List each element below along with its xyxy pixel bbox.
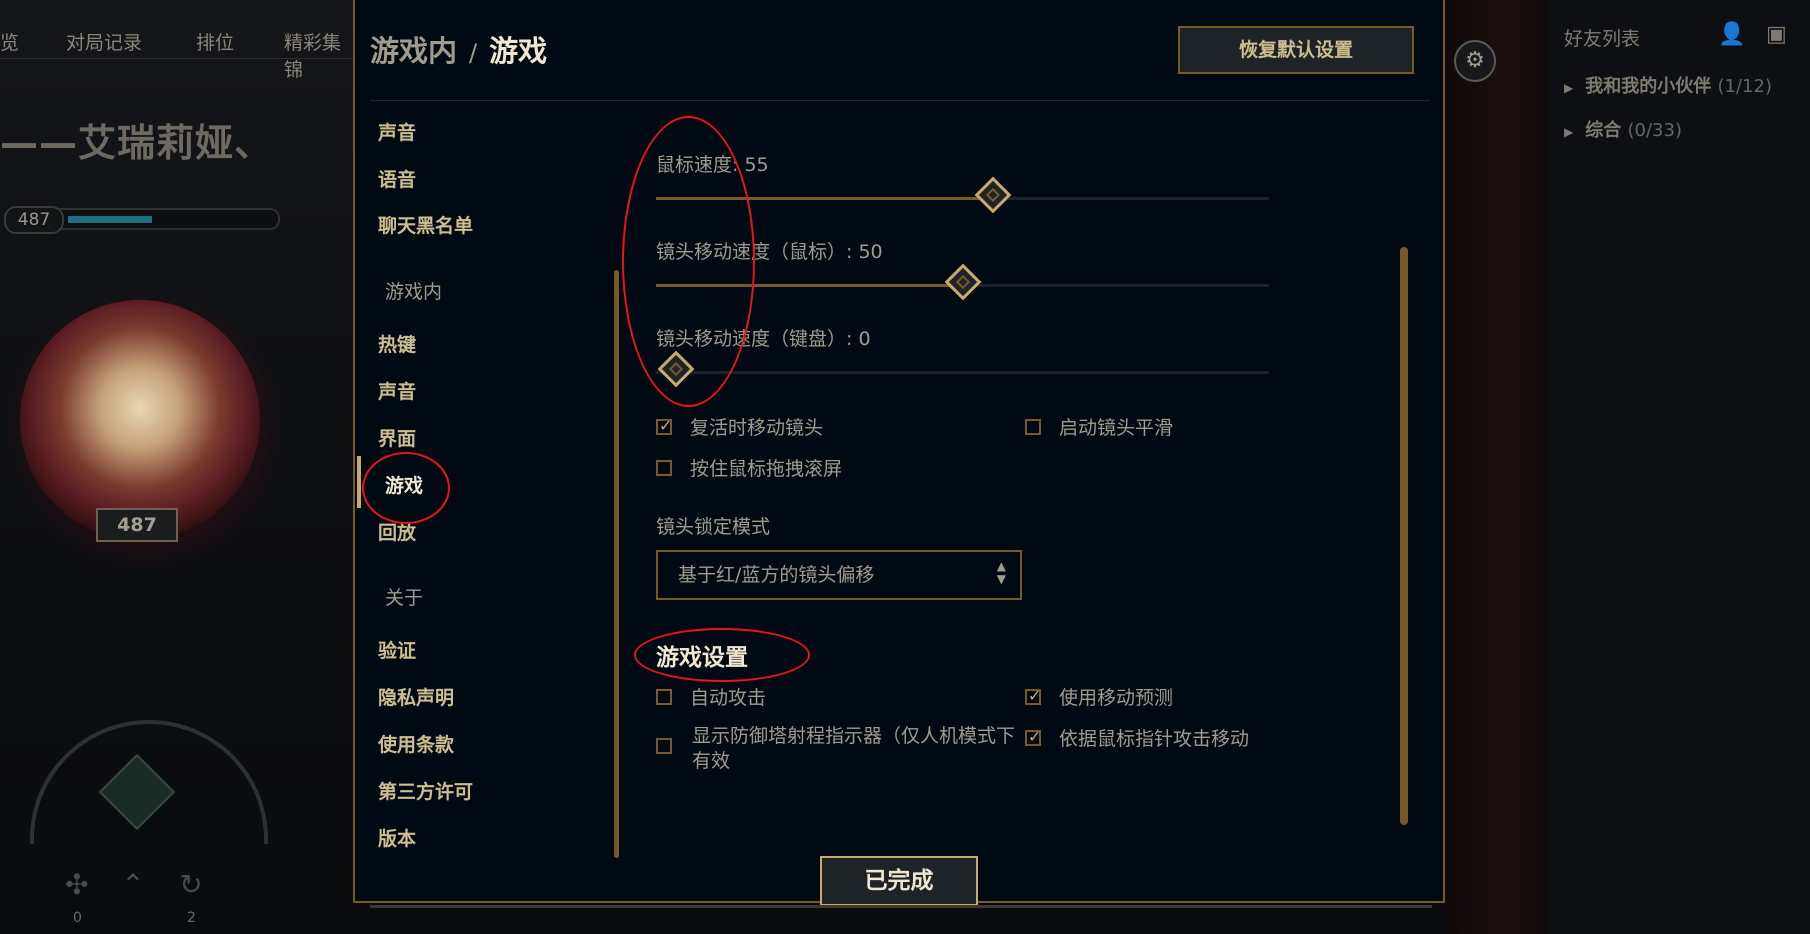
checkbox-box[interactable]: ✓	[1025, 726, 1042, 746]
nav-version[interactable]: 版本	[378, 824, 416, 851]
mouse-speed-handle[interactable]	[974, 176, 1012, 214]
camera-mouse-speed-label: 镜头移动速度（鼠标）: 50	[656, 241, 883, 263]
checkbox-box[interactable]	[1025, 418, 1041, 435]
checkbox-box[interactable]	[656, 459, 672, 476]
nav-interface[interactable]: 界面	[378, 424, 416, 451]
restore-defaults-button[interactable]: 恢复默认设置	[1178, 26, 1414, 74]
friend-group-general[interactable]: ▶ 综合 (0/33)	[1564, 116, 1682, 142]
chevron-right-icon: ▶	[1564, 81, 1574, 95]
refresh-count: 2	[187, 910, 196, 926]
page-title: 游戏	[489, 34, 548, 68]
top-navigation: 览 对局记录 排位 精彩集锦	[0, 0, 355, 81]
breadcrumb-parent: 游戏内	[370, 34, 458, 68]
nav-scrollbar[interactable]	[614, 270, 619, 858]
game-settings-heading: 游戏设置	[656, 645, 748, 671]
settings-modal: 游戏内 / 游戏 恢复默认设置 声音 语音 聊天黑名单 游戏内 热键 声音 界面 游…	[353, 0, 1445, 903]
camera-mouse-speed-slider[interactable]	[656, 263, 1269, 301]
nav-replay[interactable]: 回放	[378, 518, 416, 545]
add-folder-icon[interactable]: ▣	[1766, 22, 1787, 47]
checkbox-box[interactable]	[656, 688, 672, 705]
camera-keyboard-speed-label: 镜头移动速度（键盘）: 0	[656, 328, 871, 350]
checkbox-move-camera-on-revive[interactable]: ✓ 复活时移动镜头	[656, 413, 823, 440]
checkbox-attack-move-on-cursor[interactable]: ✓ 依据鼠标指针攻击移动	[1025, 724, 1249, 751]
friend-group-buddies[interactable]: ▶ 我和我的小伙伴 (1/12)	[1564, 72, 1772, 98]
camera-lock-mode-select[interactable]: 基于红/蓝方的镜头偏移 ▲ ▼	[656, 550, 1022, 600]
checkmark-icon: ✓	[1028, 685, 1042, 705]
nav-active-indicator	[357, 456, 361, 508]
summoner-name: ——艾瑞莉娅、	[0, 121, 274, 165]
mastery-icon[interactable]: ✣	[62, 870, 92, 900]
nav-client-voice[interactable]: 语音	[378, 165, 416, 192]
nav-section-about: 关于	[385, 587, 424, 609]
checkbox-box[interactable]	[656, 738, 672, 754]
nav-section-ingame: 游戏内	[385, 281, 443, 303]
friends-title: 好友列表	[1564, 28, 1641, 50]
modal-bottom-frame	[370, 905, 1432, 908]
checkmark-icon: ✓	[1028, 726, 1042, 746]
nav-client-sound[interactable]: 声音	[378, 118, 416, 145]
level-badge: 487	[4, 206, 64, 234]
nav-terms[interactable]: 使用条款	[378, 730, 454, 757]
nav-match-history[interactable]: 对局记录	[66, 28, 142, 55]
mastery-count: 0	[73, 910, 82, 926]
breadcrumb: 游戏内 / 游戏	[370, 34, 548, 68]
mouse-speed-slider[interactable]	[656, 176, 1269, 214]
camera-keyboard-speed-handle[interactable]	[657, 350, 694, 388]
refresh-icon[interactable]: ↻	[176, 870, 206, 900]
content-scrollbar[interactable]	[1400, 247, 1408, 825]
checkbox-camera-smoothing[interactable]: 启动镜头平滑	[1025, 413, 1173, 440]
summoner-emblem	[20, 300, 260, 540]
mouse-speed-label: 鼠标速度: 55	[656, 154, 769, 176]
camera-lock-mode-label: 镜头锁定模式	[656, 516, 771, 538]
nav-privacy[interactable]: 隐私声明	[378, 683, 454, 710]
checkbox-box[interactable]: ✓	[656, 415, 673, 435]
nav-chat-blocklist[interactable]: 聊天黑名单	[378, 211, 473, 238]
camera-mouse-speed-fill	[656, 284, 963, 287]
mouse-speed-fill	[656, 197, 994, 200]
gear-icon[interactable]: ⚙	[1454, 40, 1496, 82]
nav-ingame-sound[interactable]: 声音	[378, 377, 416, 404]
rank-chevron-icon[interactable]: ⌃	[118, 870, 148, 900]
nav-verification[interactable]: 验证	[378, 636, 416, 663]
updown-arrows-icon: ▲ ▼	[996, 559, 1006, 586]
camera-keyboard-speed-slider[interactable]	[656, 350, 1269, 388]
checkmark-icon: ✓	[659, 415, 673, 435]
nav-third-party[interactable]: 第三方许可	[378, 777, 473, 804]
checkbox-auto-attack[interactable]: 自动攻击	[656, 683, 766, 710]
title-divider	[370, 100, 1430, 101]
emblem-level: 487	[96, 508, 178, 542]
nav-ranked[interactable]: 排位	[196, 28, 234, 55]
nav-highlights[interactable]: 精彩集锦	[284, 28, 355, 82]
nav-game[interactable]: 游戏	[385, 471, 423, 498]
chevron-right-icon: ▶	[1564, 125, 1574, 139]
client-center-backdrop	[1445, 0, 1550, 934]
nav-overview[interactable]: 览	[0, 28, 19, 55]
checkbox-box[interactable]: ✓	[1025, 685, 1042, 705]
checkbox-movement-prediction[interactable]: ✓ 使用移动预测	[1025, 683, 1173, 710]
done-button[interactable]: 已完成	[820, 856, 978, 906]
nav-hotkeys[interactable]: 热键	[378, 330, 416, 357]
camera-lock-mode-value: 基于红/蓝方的镜头偏移	[678, 564, 875, 586]
add-friend-icon[interactable]: 👤	[1718, 22, 1745, 47]
checkbox-drag-scroll[interactable]: 按住鼠标拖拽滚屏	[656, 454, 842, 481]
camera-mouse-speed-handle[interactable]	[944, 263, 981, 301]
